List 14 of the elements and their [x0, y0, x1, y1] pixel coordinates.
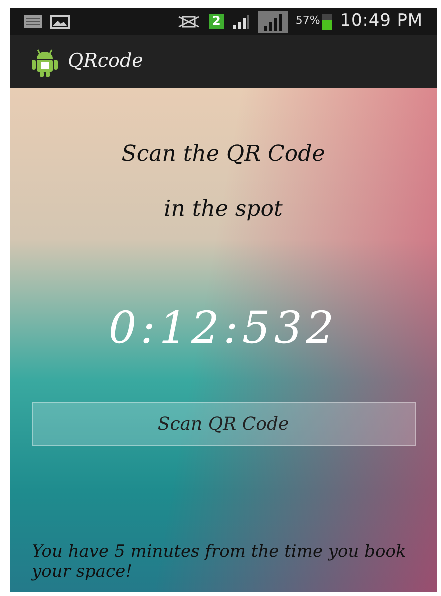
notes-icon — [24, 15, 42, 28]
footer-text: You have 5 minutes from the time you book your space! — [30, 542, 408, 582]
app-title: QRcode — [68, 49, 144, 74]
signal-icon — [232, 14, 250, 28]
timer: 0:12:532 — [108, 302, 338, 356]
clock: 10:49 PM — [340, 10, 423, 33]
sim-badge: 2 — [209, 14, 224, 29]
instruction-text: Scan the QR Code — [122, 141, 326, 169]
scan-button[interactable]: Scan QR Code — [32, 402, 416, 446]
signal-icon — [258, 10, 288, 32]
instruction-text: in the spot — [164, 196, 283, 224]
battery-icon — [322, 14, 332, 30]
battery-percent: 57% — [296, 13, 320, 30]
image-icon — [50, 14, 70, 28]
